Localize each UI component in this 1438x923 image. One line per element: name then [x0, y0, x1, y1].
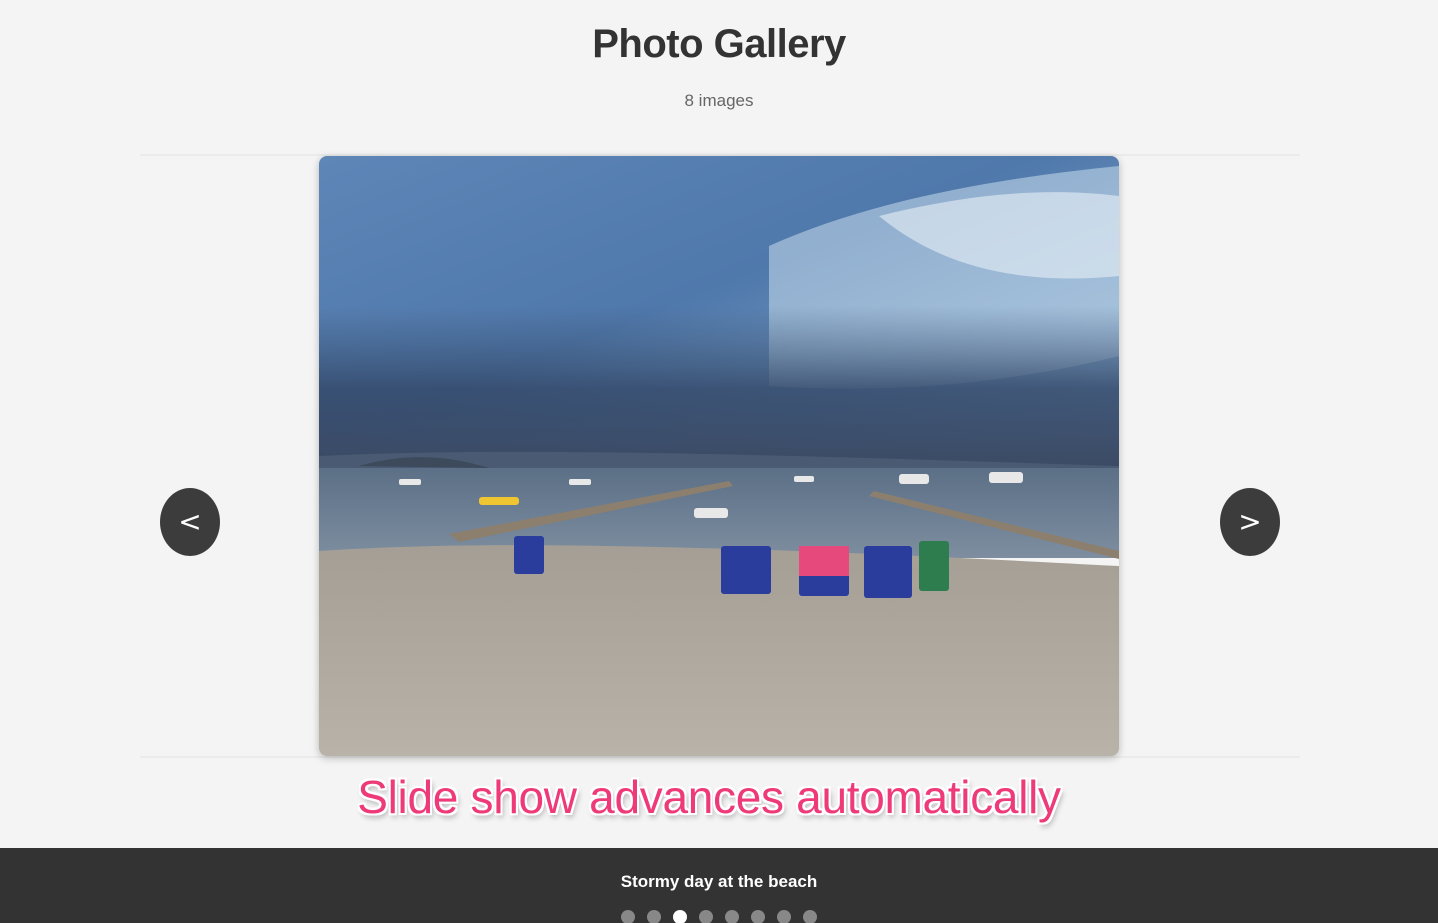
- next-slide-button[interactable]: >: [1220, 488, 1280, 556]
- caption-bar: Stormy day at the beach: [0, 848, 1438, 923]
- autoplay-note: Slide show advances automatically: [357, 771, 1061, 823]
- slide-dot-1[interactable]: [621, 910, 635, 923]
- beach-photo-image: [319, 156, 1119, 756]
- slide-dot-2[interactable]: [647, 910, 661, 923]
- slide-dot-8[interactable]: [803, 910, 817, 923]
- image-count: 8 images: [684, 91, 754, 110]
- slide-caption: Stormy day at the beach: [620, 872, 818, 891]
- slide-dot-3[interactable]: [673, 910, 687, 923]
- slide-dot-6[interactable]: [751, 910, 765, 923]
- slide-indicator-dots: [621, 910, 817, 923]
- slide-dot-4[interactable]: [699, 910, 713, 923]
- page-title: Photo Gallery: [592, 22, 846, 66]
- slide-dot-5[interactable]: [725, 910, 739, 923]
- slide-dot-7[interactable]: [777, 910, 791, 923]
- previous-slide-button[interactable]: <: [160, 488, 220, 556]
- slide-photo: [319, 156, 1119, 756]
- gallery-page: Photo Gallery 8 images < > Slide show ad…: [0, 0, 1438, 923]
